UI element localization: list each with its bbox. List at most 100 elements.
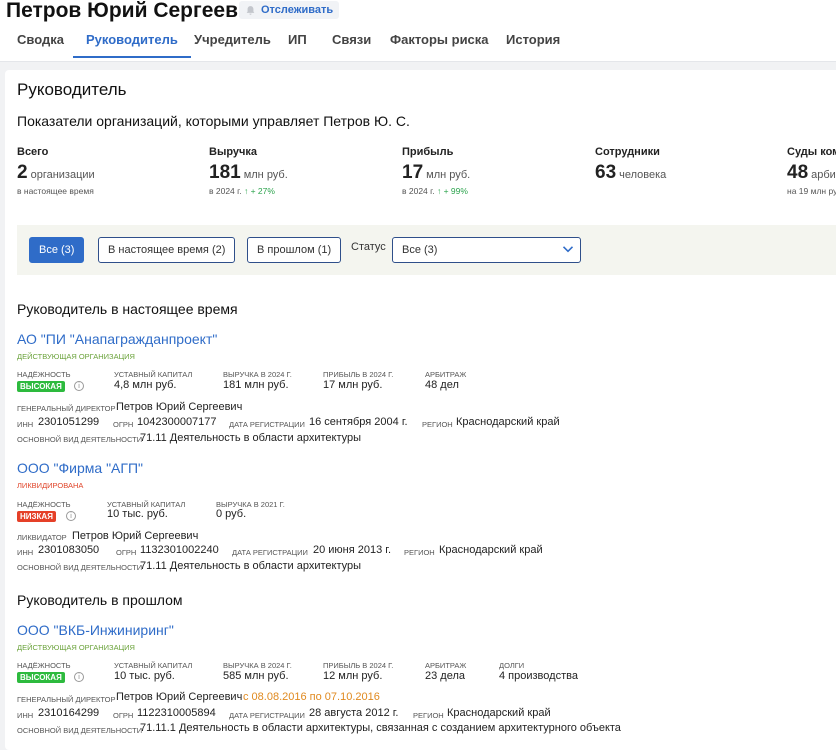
stat-label: Выручка bbox=[209, 146, 258, 158]
track-button[interactable]: Отслеживать bbox=[239, 1, 340, 19]
page-subtitle: Показатели организаций, которыми управля… bbox=[17, 113, 410, 129]
ogrn-value: 1042300007177 bbox=[137, 416, 217, 428]
field-label: ПРИБЫЛЬ В 2024 Г. bbox=[323, 370, 394, 379]
tab-risk-factors[interactable]: Факторы риска bbox=[390, 28, 489, 58]
info-icon[interactable]: i bbox=[74, 381, 84, 391]
reliability-badge: ВЫСОКАЯ bbox=[17, 381, 65, 392]
field-label: УСТАВНЫЙ КАПИТАЛ bbox=[114, 661, 193, 670]
org-link[interactable]: АО "ПИ "Анапагражданпроект" bbox=[17, 331, 217, 347]
person-link[interactable]: Петров Юрий Сергеевич bbox=[72, 530, 198, 542]
reg-date-value: 20 июня 2013 г. bbox=[313, 544, 392, 556]
field-label: НАДЁЖНОСТЬ bbox=[17, 661, 71, 670]
profit-value: 17 млн руб. bbox=[323, 379, 383, 391]
header-bar: Петров Юрий Сергеевич Отслеживать Сводка… bbox=[0, 0, 836, 62]
inn-value: 2301051299 bbox=[38, 416, 100, 428]
field-label: ГЕНЕРАЛЬНЫЙ ДИРЕКТОР bbox=[17, 404, 116, 413]
filter-current-button[interactable]: В настоящее время (2) bbox=[98, 237, 236, 263]
field-label: ИНН bbox=[17, 711, 34, 720]
stat-unit: организации bbox=[30, 169, 95, 181]
stat-sub: в 2024 г. bbox=[209, 186, 242, 196]
field-label: ДАТА РЕГИСТРАЦИИ bbox=[232, 548, 308, 557]
reliability-badge: ВЫСОКАЯ bbox=[17, 672, 65, 683]
debts-link[interactable]: 4 производства bbox=[499, 670, 578, 682]
field-label: ОСНОВНОЙ ВИД ДЕЯТЕЛЬНОСТИ bbox=[17, 726, 143, 735]
activity-value: 71.11 Деятельность в области архитектуры bbox=[140, 432, 362, 444]
person-name: Петров Юрий Сергеевич bbox=[6, 0, 264, 22]
stat-revenue[interactable]: Выручка 181 млн руб. в 2024 г. ↑ + 27% bbox=[209, 146, 288, 196]
tab-founder[interactable]: Учредитель bbox=[194, 28, 271, 58]
filter-bar: Все (3) В настоящее время (2) В прошлом … bbox=[17, 225, 836, 275]
activity-value: 71.11.1 Деятельность в области архитекту… bbox=[140, 722, 621, 734]
stat-change: ↑ + 99% bbox=[436, 186, 468, 196]
field-label: ЛИКВИДАТОР bbox=[17, 533, 67, 542]
chevron-down-icon bbox=[562, 246, 574, 253]
field-label: ГЕНЕРАЛЬНЫЙ ДИРЕКТОР bbox=[17, 695, 116, 704]
field-label: НАДЁЖНОСТЬ bbox=[17, 500, 71, 509]
field-label: ИНН bbox=[17, 548, 34, 557]
tab-director[interactable]: Руководитель bbox=[73, 28, 191, 58]
stat-total: Всего 2 организации в настоящее время bbox=[17, 146, 95, 196]
reg-date-value: 28 августа 2012 г. bbox=[309, 707, 399, 719]
stat-unit: млн руб. bbox=[243, 169, 288, 181]
info-icon[interactable]: i bbox=[66, 511, 76, 521]
stat-unit: арби bbox=[811, 169, 836, 181]
region-value: Краснодарский край bbox=[439, 544, 543, 556]
filter-all-button[interactable]: Все (3) bbox=[29, 237, 85, 263]
org-link[interactable]: ООО "Фирма "АГП" bbox=[17, 460, 143, 476]
reliability-badge: НИЗКАЯ bbox=[17, 511, 56, 522]
field-label: ОГРН bbox=[113, 711, 134, 720]
org-status: ДЕЙСТВУЮЩАЯ ОРГАНИЗАЦИЯ bbox=[17, 352, 135, 361]
status-select[interactable]: Все (3) bbox=[392, 237, 581, 263]
region-value: Краснодарский край bbox=[447, 707, 551, 719]
status-filter-label: Статус bbox=[351, 241, 386, 253]
tab-connections[interactable]: Связи bbox=[332, 28, 371, 58]
stat-employees[interactable]: Сотрудники 63 человека bbox=[595, 146, 666, 184]
activity-value: 71.11 Деятельность в области архитектуры bbox=[140, 560, 362, 572]
capital-value: 10 тыс. руб. bbox=[114, 670, 175, 682]
stat-label: Прибыль bbox=[402, 146, 454, 158]
field-label: ПРИБЫЛЬ В 2024 Г. bbox=[323, 661, 394, 670]
field-label: ДАТА РЕГИСТРАЦИИ bbox=[229, 420, 305, 429]
profit-value: 12 млн руб. bbox=[323, 670, 383, 682]
arbitration-link[interactable]: 23 дела bbox=[425, 670, 465, 682]
section-current-title: Руководитель в настоящее время bbox=[17, 301, 238, 317]
track-label: Отслеживать bbox=[261, 4, 334, 16]
stat-label: Всего bbox=[17, 146, 49, 158]
tab-history[interactable]: История bbox=[506, 28, 560, 58]
stat-value: 48 bbox=[787, 162, 809, 183]
stat-courts[interactable]: Суды ком 48 арби на 19 млн ру bbox=[787, 146, 836, 196]
reg-date-value: 16 сентября 2004 г. bbox=[309, 416, 408, 428]
person-link[interactable]: Петров Юрий Сергеевич bbox=[116, 401, 242, 413]
revenue-value: 181 млн руб. bbox=[223, 379, 289, 391]
revenue-value: 585 млн руб. bbox=[223, 670, 289, 682]
field-label: ОСНОВНОЙ ВИД ДЕЯТЕЛЬНОСТИ bbox=[17, 435, 143, 444]
org-link[interactable]: ООО "ВКБ-Инжиниринг" bbox=[17, 622, 174, 638]
stat-label: Суды ком bbox=[787, 146, 836, 158]
stat-change: ↑ + 27% bbox=[243, 186, 275, 196]
stat-value: 2 bbox=[17, 162, 28, 183]
field-label: РЕГИОН bbox=[422, 420, 453, 429]
stat-unit: человека bbox=[619, 169, 667, 181]
info-icon[interactable]: i bbox=[74, 672, 84, 682]
field-label: ИНН bbox=[17, 420, 34, 429]
field-label: РЕГИОН bbox=[413, 711, 444, 720]
section-past-title: Руководитель в прошлом bbox=[17, 592, 183, 608]
ogrn-value: 1122310005894 bbox=[137, 707, 216, 719]
field-label: АРБИТРАЖ bbox=[425, 661, 467, 670]
field-label: ВЫРУЧКА В 2024 Г. bbox=[223, 370, 292, 379]
person-link[interactable]: Петров Юрий Сергеевич bbox=[116, 691, 242, 703]
inn-value: 2301083050 bbox=[38, 544, 100, 556]
arbitration-link[interactable]: 48 дел bbox=[425, 379, 459, 391]
ogrn-value: 1132301002240 bbox=[140, 544, 219, 556]
tab-summary[interactable]: Сводка bbox=[17, 28, 64, 58]
capital-value: 10 тыс. руб. bbox=[107, 508, 168, 520]
status-select-value: Все (3) bbox=[402, 244, 438, 256]
field-label: УСТАВНЫЙ КАПИТАЛ bbox=[114, 370, 193, 379]
stat-profit[interactable]: Прибыль 17 млн руб. в 2024 г. ↑ + 99% bbox=[402, 146, 470, 196]
tab-ip[interactable]: ИП bbox=[288, 28, 307, 58]
org-status: ЛИКВИДИРОВАНА bbox=[17, 481, 84, 490]
filter-past-button[interactable]: В прошлом (1) bbox=[247, 237, 342, 263]
stat-sub: в 2024 г. bbox=[402, 186, 435, 196]
field-label: ВЫРУЧКА В 2024 Г. bbox=[223, 661, 292, 670]
org-status: ДЕЙСТВУЮЩАЯ ОРГАНИЗАЦИЯ bbox=[17, 643, 135, 652]
